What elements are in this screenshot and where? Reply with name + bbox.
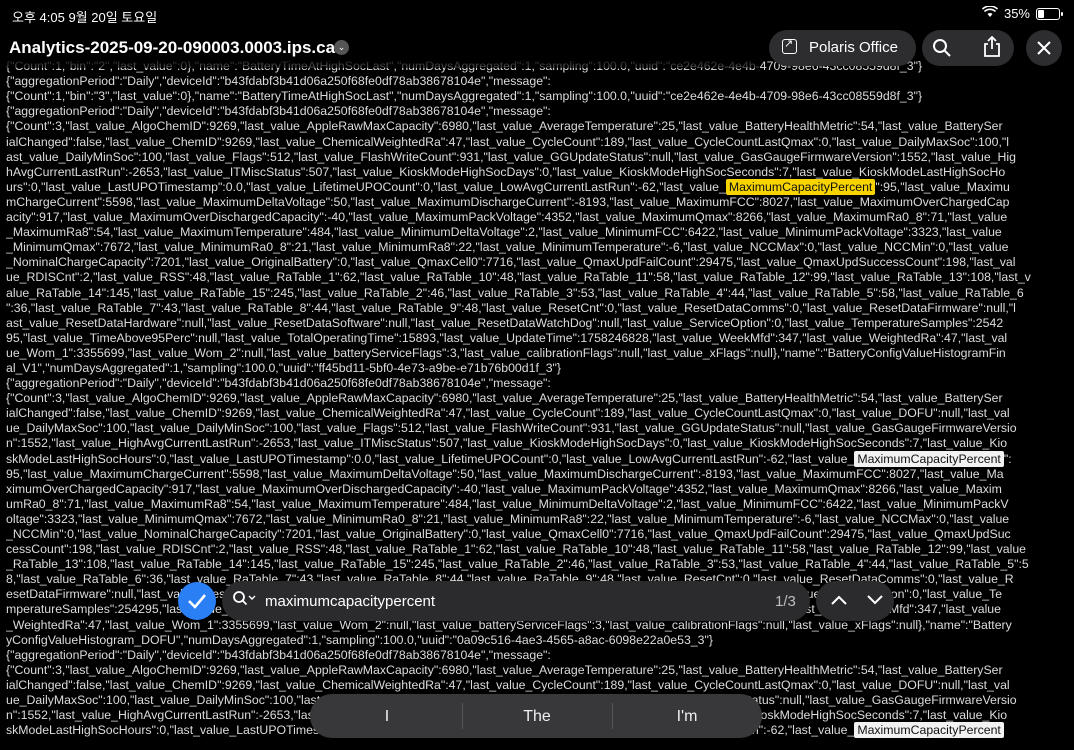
suggestion-1[interactable]: I [347,708,427,726]
text-line: yConfigValueHistogram_DOFU","numDaysAggr… [6,632,713,647]
text-line: ialChanged":false,"last_value_ChemID":92… [6,134,1009,149]
text-line: {"aggregationPeriod":"Daily","deviceId":… [6,74,551,89]
share-icon [984,35,1000,57]
text-line: ast_value_DailyMinSoc":100,"last_value_F… [6,149,1016,164]
text-line: 95,"last_value_TimeAbove95Perc":null,"la… [6,330,1008,345]
chevron-down-icon [867,595,883,605]
next-match-button[interactable] [860,589,890,610]
text-line: _MaximumRa8":54,"last_value_MaximumTempe… [6,225,1002,240]
suggestion-2[interactable]: The [497,708,577,726]
text-line: {"Count":3,"last_value_AlgoChemID":9269,… [6,391,1003,406]
text-line: ast_value_ResetDataHardware":null,"last_… [6,315,1004,330]
text-line: urs":0,"last_value_LastUPOTimestamp":0.0… [6,178,1010,195]
text-line: umRa0_8":71,"last_value_MaximumRa8":54,"… [6,496,1009,511]
text-line: ialChanged":false,"last_value_ChemID":92… [6,677,1010,692]
open-external-icon [782,37,797,54]
text-line: al_V1","numDaysAggregated":1,"sampling":… [6,360,562,375]
text-line: acity":917,"last_value_MaximumOverDischa… [6,210,1008,225]
search-match-highlight: MaximumCapacityPercent [854,450,1004,467]
text-line: cessCount":198,"last_value_RDISCnt":2,"l… [6,542,1027,557]
text-line: _RaTable_13":108,"last_value_RaTable_14"… [6,557,1029,572]
chevron-up-icon [831,595,847,605]
text-line: {"aggregationPeriod":"Daily","deviceId":… [6,647,551,662]
text-line: ":36,"last_value_RaTable_7":43,"last_val… [6,300,1016,315]
search-match-highlight: MaximumCapacityPercent [854,722,1004,739]
find-input[interactable]: maximumcapacitypercent [265,593,435,610]
match-count: 1/3 [775,593,796,610]
status-time: 오후 4:05 9월 20일 토요일 [12,10,158,25]
text-line: {"Count":3,"last_value_AlgoChemID":9269,… [6,119,1003,134]
text-line: _NCCMin":0,"last_value_NominalChargeCapa… [6,527,1011,541]
text-line: n":1552,"last_value_HighAvgCurrentLastRu… [6,436,1008,451]
chevron-down-icon[interactable]: ⌄ [334,40,349,55]
search-match-highlight: MaximumCapacityPercent [725,178,876,195]
text-line: {"Count":3,"last_value_AlgoChemID":9269,… [6,662,1003,677]
text-line: skModeLastHighSocHours":0,"last_value_La… [6,450,1012,467]
text-line: alue_RaTable_14":145,"last_value_RaTable… [6,285,1024,300]
text-line: ue_DailyMaxSoc":100,"last_value_DailyMin… [6,421,1017,436]
battery-icon [1036,7,1063,20]
text-line: _NominalChargeCapacity":7201,"last_value… [6,255,1016,270]
search-options-icon[interactable] [232,590,258,612]
close-button[interactable] [1026,30,1062,66]
suggestion-3[interactable]: I'm [647,708,727,726]
text-line: ialChanged":false,"last_value_ChemID":92… [6,406,1010,421]
text-line: ximumOverChargedCapacity":917,"last_valu… [6,481,1002,496]
text-line: {"aggregationPeriod":"Daily","deviceId":… [6,376,551,391]
search-icon [933,39,951,57]
status-bar: 오후 4:05 9월 20일 토요일 35% [0,0,1074,28]
text-line: ue_Wom_1":3355699,"last_value_Wom_2":nul… [6,345,1006,360]
previous-match-button[interactable] [824,589,854,610]
text-line: _MinimumQmax":7672,"last_value_MinimumRa… [6,240,1009,255]
text-line: hAvgCurrentLastRun":-2653,"last_value_IT… [6,164,1006,179]
battery-percent: 35% [1003,6,1030,21]
text-line: {"aggregationPeriod":"Daily","deviceId":… [6,104,551,119]
wifi-icon [981,5,999,21]
text-line: ue_RDISCnt":2,"last_value_RSS":48,"last_… [6,270,1031,285]
checkmark-icon [188,594,206,609]
document-title[interactable]: Analytics-2025-09-20-090003.0003.ips.ca [9,38,335,58]
suggestion-divider [462,703,463,729]
text-line: oltage":3323,"last_value_MinimumQmax":76… [6,511,1010,526]
done-button[interactable] [178,582,216,620]
text-line: 95,"last_value_MaximumChargeCurrent":559… [6,466,1004,481]
search-button[interactable] [924,30,960,66]
open-in-label: Polaris Office [809,39,898,56]
close-icon [1037,41,1051,55]
document-text: {"aggregationPeriod":"Daily","deviceId":… [6,44,1068,750]
text-line: mChargeCurrent":5598,"last_value_Maximum… [6,194,1010,209]
text-line: {"Count":1,"bin":"3","last_value":0},"na… [6,89,923,104]
share-button[interactable] [974,30,1010,66]
open-in-polaris-button[interactable]: Polaris Office [769,30,916,66]
suggestion-divider [612,703,613,729]
